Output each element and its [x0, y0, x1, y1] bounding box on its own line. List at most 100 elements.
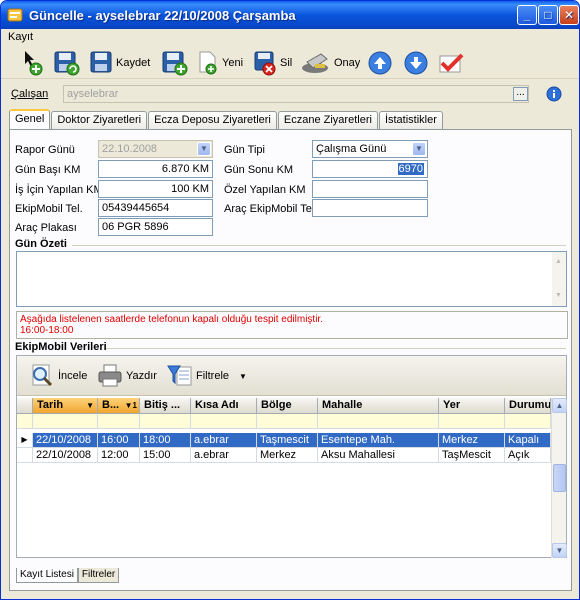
tab-doktor-ziyaretleri[interactable]: Doktor Ziyaretleri [51, 111, 148, 129]
column-header-mahalle[interactable]: Mahalle [318, 398, 439, 414]
info-icon[interactable] [546, 86, 562, 102]
arrow-up-icon [368, 51, 392, 75]
column-header-bolge[interactable]: Bölge [257, 398, 318, 414]
column-header-baslangic[interactable]: B... ▼1 [98, 398, 140, 414]
add-record-button[interactable] [21, 49, 45, 77]
gun-tipi-label: Gün Tipi [224, 144, 265, 156]
ekipmobil-tel-label: EkipMobil Tel. [15, 203, 83, 215]
menu-bar: Kayıt [1, 29, 579, 45]
section-divider [106, 348, 566, 349]
delete-icon [254, 51, 276, 76]
arrow-down-icon [404, 51, 428, 75]
tab-filtreler[interactable]: Filtreler [77, 568, 120, 583]
sort-desc-icon: ▼ [86, 401, 94, 410]
maximize-button[interactable]: □ [538, 5, 558, 25]
employee-field[interactable]: ayselebrar [63, 85, 529, 103]
rapor-gunu-field[interactable]: 22.10.2008 ▼ [98, 140, 213, 158]
new-button[interactable]: Yeni [197, 49, 243, 77]
gun-sonu-km-field[interactable]: 6970 [312, 160, 428, 178]
gun-basi-km-field[interactable]: 6.870 KM [98, 160, 213, 178]
filter-button[interactable]: Filtrele ▼ [167, 362, 247, 390]
magnifier-icon [32, 364, 53, 387]
approve-stamp-icon [302, 53, 328, 73]
delete-label: Sil [280, 57, 293, 69]
delete-button[interactable]: Sil [253, 49, 292, 77]
column-header-kisa-adi[interactable]: Kısa Adı [191, 398, 257, 414]
new-document-icon [199, 51, 217, 75]
tab-istatistikler[interactable]: İstatistikler [378, 111, 443, 129]
gun-ozeti-label: Gün Özeti [15, 238, 67, 250]
ekipmobil-tel-field[interactable]: 05439445654 [98, 199, 213, 217]
scroll-down-icon[interactable]: ▼ [555, 288, 562, 304]
scroll-up-icon[interactable]: ▲ [552, 398, 567, 413]
approve-button[interactable]: Onay [301, 49, 360, 77]
employee-value: ayselebrar [67, 88, 119, 100]
inspect-button[interactable]: İncele [29, 362, 87, 390]
filter-icon [167, 365, 192, 386]
column-header-yer[interactable]: Yer [439, 398, 505, 414]
row-pointer-icon: ▶ [17, 433, 33, 448]
tab-ecza-deposu-ziyaretleri[interactable]: Ecza Deposu Ziyaretleri [148, 111, 277, 129]
new-label: Yeni [222, 57, 244, 69]
grid-vertical-scrollbar[interactable]: ▲ ▼ [551, 398, 567, 558]
cursor-add-icon [25, 51, 43, 76]
scroll-up-icon[interactable]: ▲ [555, 254, 562, 270]
column-header-bitis[interactable]: Bitiş ... [140, 398, 191, 414]
row-indicator-header [17, 398, 33, 414]
tab-eczane-ziyaretleri[interactable]: Eczane Ziyaretleri [277, 111, 378, 129]
textarea-scrollbar[interactable]: ▲ ▼ [552, 252, 566, 306]
tab-genel[interactable]: Genel [9, 109, 51, 129]
move-down-button[interactable] [404, 49, 428, 77]
employee-browse-button[interactable]: ... [513, 87, 528, 101]
column-header-durumu[interactable]: Durumu [505, 398, 551, 414]
printer-icon [98, 364, 122, 387]
chevron-down-icon[interactable]: ▼ [239, 372, 247, 381]
check-button[interactable] [437, 49, 465, 77]
checkmark-icon [439, 53, 464, 73]
chevron-down-icon[interactable]: ▼ [197, 142, 211, 156]
is-icin-km-field[interactable]: 100 KM [98, 180, 213, 198]
app-icon [7, 8, 23, 22]
bottom-tab-strip: Kayıt Listesi Filtreler [16, 568, 120, 583]
table-row[interactable]: ▶ 22/10/2008 16:00 18:00 a.ebrar Taşmesc… [17, 433, 551, 448]
employee-row: Çalışan ayselebrar ... [1, 85, 579, 105]
move-up-button[interactable] [368, 49, 392, 77]
grid-header: Tarih ▼ B... ▼1 Bitiş ... Kısa Adı Bölge… [17, 398, 551, 414]
warning-line-2: 16:00-18:00 [20, 325, 74, 336]
scroll-down-icon[interactable]: ▼ [552, 543, 567, 558]
ekipmobil-section-label: EkipMobil Verileri [15, 341, 107, 353]
save-refresh-button[interactable] [53, 49, 81, 77]
close-button[interactable]: ✕ [559, 5, 579, 25]
gun-tipi-select[interactable]: Çalışma Günü ▼ [312, 140, 428, 158]
title-bar[interactable]: Güncelle - ayselebrar 22/10/2008 Çarşamb… [1, 1, 579, 29]
scroll-thumb[interactable] [553, 464, 566, 492]
column-header-tarih[interactable]: Tarih ▼ [33, 398, 98, 414]
menu-item-kayit[interactable]: Kayıt [8, 31, 33, 43]
section-divider [72, 245, 566, 246]
save-new-button[interactable] [161, 49, 189, 77]
arac-ekipmobil-tel-field[interactable] [312, 199, 428, 217]
chevron-down-icon[interactable]: ▼ [412, 142, 426, 156]
ozel-km-field[interactable] [312, 180, 428, 198]
arac-ekipmobil-tel-label: Araç EkipMobil Tel. [224, 203, 318, 215]
arac-plakasi-label: Araç Plakası [15, 222, 77, 234]
update-window: Güncelle - ayselebrar 22/10/2008 Çarşamb… [0, 0, 580, 600]
filter-row[interactable] [17, 414, 551, 429]
minimize-button[interactable]: _ [517, 5, 537, 25]
ozel-km-label: Özel Yapılan KM [224, 184, 306, 196]
save-button[interactable]: Kaydet [89, 49, 150, 77]
arac-plakasi-field[interactable]: 06 PGR 5896 [98, 218, 213, 236]
floppy-refresh-icon [54, 51, 80, 76]
table-row[interactable]: 22/10/2008 12:00 15:00 a.ebrar Merkez Ak… [17, 448, 551, 463]
tab-strip: Genel Doktor Ziyaretleri Ecza Deposu Ziy… [9, 109, 444, 129]
inspect-label: İncele [58, 370, 88, 382]
warning-line-1: Aşağıda listelenen saatlerde telefonun k… [20, 314, 323, 325]
gun-ozeti-textarea[interactable]: ▲ ▼ [16, 251, 567, 307]
tab-kayit-listesi[interactable]: Kayıt Listesi [16, 568, 78, 583]
grid-toolbar: İncele Yazdır Filtrele ▼ [17, 356, 566, 396]
filter-label: Filtrele [196, 370, 230, 382]
main-toolbar: Kaydet Yeni Sil Onay [1, 45, 579, 79]
print-button[interactable]: Yazdır [97, 362, 157, 390]
print-label: Yazdır [126, 370, 157, 382]
save-label: Kaydet [116, 57, 151, 69]
